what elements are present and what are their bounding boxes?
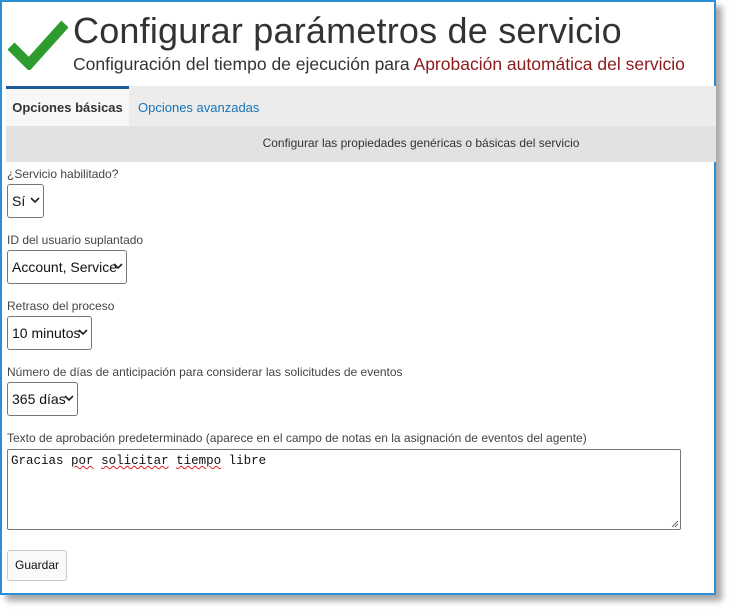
tab-bar: Opciones básicas Opciones avanzadas <box>6 86 716 126</box>
page-subtitle: Configuración del tiempo de ejecución pa… <box>73 54 685 75</box>
service-name: Aprobación automática del servicio <box>413 54 685 74</box>
save-button[interactable]: Guardar <box>7 550 67 581</box>
chevron-down-icon <box>64 395 74 402</box>
chevron-down-icon <box>113 263 123 270</box>
textarea-word-misspelled: solicitar <box>101 454 169 468</box>
tab-basic-options[interactable]: Opciones básicas <box>6 86 129 126</box>
lookahead-days-select[interactable]: 365 días <box>7 382 78 416</box>
textarea-word: libre <box>228 454 267 468</box>
lookahead-days-label: Número de días de anticipación para cons… <box>7 365 403 379</box>
service-enabled-label: ¿Servicio habilitado? <box>7 167 119 181</box>
impersonated-user-value: Account, Service <box>12 259 118 275</box>
default-approval-text-label: Texto de aprobación predeterminado (apar… <box>7 431 587 445</box>
subtitle-prefix: Configuración del tiempo de ejecución pa… <box>73 54 410 74</box>
config-window: Configurar parámetros de servicio Config… <box>0 0 716 595</box>
checkmark-icon <box>8 20 68 70</box>
banner-text: Configurar las propiedades genéricas o b… <box>262 136 580 150</box>
textarea-word-misspelled: por <box>71 454 94 468</box>
textarea-word: Gracias <box>11 454 64 468</box>
resize-grip-icon[interactable] <box>671 520 679 528</box>
process-delay-label: Retraso del proceso <box>7 299 115 313</box>
default-approval-textarea[interactable]: Gracias por solicitar tiempo libre <box>7 449 681 530</box>
tab-advanced-options[interactable]: Opciones avanzadas <box>138 86 259 126</box>
impersonated-user-select[interactable]: Account, Service <box>7 250 127 284</box>
chevron-down-icon <box>78 329 88 336</box>
page-title: Configurar parámetros de servicio <box>73 10 622 51</box>
chevron-down-icon <box>30 197 40 204</box>
section-banner: Configurar las propiedades genéricas o b… <box>6 126 716 162</box>
page-header: Configurar parámetros de servicio Config… <box>6 4 714 86</box>
process-delay-value: 10 minutos <box>12 325 81 341</box>
impersonated-user-label: ID del usuario suplantado <box>7 233 144 247</box>
service-enabled-value: Sí <box>12 193 26 209</box>
lookahead-days-value: 365 días <box>12 391 66 407</box>
process-delay-select[interactable]: 10 minutos <box>7 316 92 350</box>
service-enabled-select[interactable]: Sí <box>7 184 44 218</box>
textarea-word-misspelled: tiempo <box>176 454 222 468</box>
